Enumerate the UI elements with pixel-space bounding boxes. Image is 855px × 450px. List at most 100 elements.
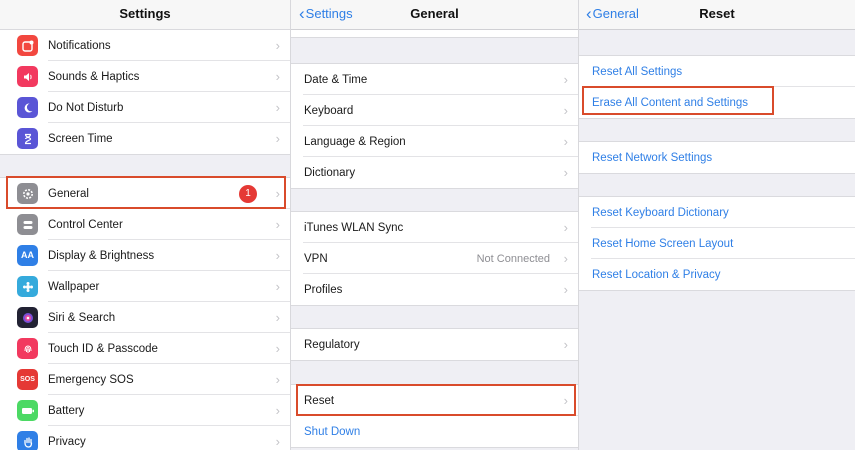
settings-panel: Settings Notifications › Sounds & Haptic… (0, 0, 290, 450)
general-group-2: iTunes WLAN Sync › VPN Not Connected › P… (291, 211, 578, 306)
general-row-vpn[interactable]: VPN Not Connected › (291, 243, 578, 274)
settings-row-general[interactable]: General 1 › (0, 178, 290, 209)
settings-group-2: General 1 › Control Center › AA Display … (0, 177, 290, 450)
wallpaper-icon (17, 276, 38, 297)
chevron-right-icon: › (563, 337, 568, 352)
chevron-right-icon: › (563, 251, 568, 266)
chevron-right-icon: › (275, 186, 280, 201)
reset-label: Reset All Settings (592, 65, 683, 78)
chevron-right-icon: › (275, 69, 280, 84)
settings-row-do-not-disturb[interactable]: Do Not Disturb › (0, 92, 290, 123)
hand-icon (17, 431, 38, 450)
settings-row-notifications[interactable]: Notifications › (0, 30, 290, 61)
general-row-keyboard[interactable]: Keyboard › (291, 95, 578, 126)
general-row-reset[interactable]: Reset › (291, 385, 578, 416)
general-group-4: Reset › Shut Down (291, 384, 578, 448)
settings-row-display[interactable]: AA Display & Brightness › (0, 240, 290, 271)
general-group-1: Date & Time › Keyboard › Language & Regi… (291, 63, 578, 189)
general-label: Reset (304, 394, 335, 407)
reset-label: Reset Network Settings (592, 151, 713, 164)
general-label: Date & Time (304, 73, 368, 86)
reset-row-keyboard-dictionary[interactable]: Reset Keyboard Dictionary (579, 197, 855, 228)
general-label: Keyboard (304, 104, 354, 117)
settings-label: Battery (48, 404, 85, 417)
general-label: Dictionary (304, 166, 356, 179)
general-row-language[interactable]: Language & Region › (291, 126, 578, 157)
general-row-regulatory[interactable]: Regulatory › (291, 329, 578, 360)
chevron-right-icon: › (275, 310, 280, 325)
general-row-profiles[interactable]: Profiles › (291, 274, 578, 305)
reset-group-1: Reset All Settings Erase All Content and… (579, 55, 855, 119)
reset-label: Reset Keyboard Dictionary (592, 206, 729, 219)
chevron-right-icon: › (275, 38, 280, 53)
hourglass-icon (17, 128, 38, 149)
chevron-right-icon: › (275, 341, 280, 356)
settings-label: Privacy (48, 435, 86, 448)
settings-row-emergency-sos[interactable]: SOS Emergency SOS › (0, 364, 290, 395)
chevron-right-icon: › (563, 393, 568, 408)
reset-row-home-screen[interactable]: Reset Home Screen Layout (579, 228, 855, 259)
settings-row-control-center[interactable]: Control Center › (0, 209, 290, 240)
general-row-date-time[interactable]: Date & Time › (291, 64, 578, 95)
settings-label: Sounds & Haptics (48, 70, 140, 83)
general-label: Profiles (304, 283, 343, 296)
settings-label: Touch ID & Passcode (48, 342, 158, 355)
chevron-right-icon: › (275, 100, 280, 115)
chevron-right-icon: › (275, 217, 280, 232)
settings-row-siri[interactable]: Siri & Search › (0, 302, 290, 333)
general-row-itunes-sync[interactable]: iTunes WLAN Sync › (291, 212, 578, 243)
general-label: VPN (304, 252, 328, 265)
settings-label: Display & Brightness (48, 249, 155, 262)
general-label: Regulatory (304, 338, 360, 351)
settings-row-privacy[interactable]: Privacy › (0, 426, 290, 450)
settings-label: Emergency SOS (48, 373, 134, 386)
general-label: iTunes WLAN Sync (304, 221, 404, 234)
reset-label: Reset Home Screen Layout (592, 237, 734, 250)
settings-label: Siri & Search (48, 311, 116, 324)
general-row-dictionary[interactable]: Dictionary › (291, 157, 578, 188)
settings-row-sounds[interactable]: Sounds & Haptics › (0, 61, 290, 92)
settings-row-wallpaper[interactable]: Wallpaper › (0, 271, 290, 302)
sounds-icon (17, 66, 38, 87)
reset-title: Reset (699, 6, 735, 21)
reset-navbar: ‹General Reset (579, 0, 855, 30)
chevron-right-icon: › (275, 372, 280, 387)
chevron-right-icon: › (275, 248, 280, 263)
switches-icon (17, 214, 38, 235)
settings-group-1: Notifications › Sounds & Haptics › Do No… (0, 29, 290, 155)
chevron-right-icon: › (275, 131, 280, 146)
display-icon: AA (17, 245, 38, 266)
chevron-right-icon: › (563, 282, 568, 297)
reset-row-location-privacy[interactable]: Reset Location & Privacy (579, 259, 855, 290)
general-group-3: Regulatory › (291, 328, 578, 361)
chevron-right-icon: › (275, 403, 280, 418)
settings-label: Notifications (48, 39, 111, 52)
settings-row-touch-id[interactable]: Touch ID & Passcode › (0, 333, 290, 364)
settings-row-screen-time[interactable]: Screen Time › (0, 123, 290, 154)
sos-icon: SOS (17, 369, 38, 390)
reset-label: Reset Location & Privacy (592, 268, 721, 281)
general-row-shut-down[interactable]: Shut Down (291, 416, 578, 447)
reset-label: Erase All Content and Settings (592, 96, 748, 109)
reset-row-erase-all[interactable]: Erase All Content and Settings (579, 87, 855, 118)
chevron-right-icon: › (275, 279, 280, 294)
general-label: Language & Region (304, 135, 406, 148)
chevron-right-icon: › (563, 134, 568, 149)
reset-group-2: Reset Network Settings (579, 141, 855, 174)
general-navbar: ‹Settings General (291, 0, 578, 30)
settings-row-battery[interactable]: Battery › (0, 395, 290, 426)
reset-group-3: Reset Keyboard Dictionary Reset Home Scr… (579, 196, 855, 291)
settings-title: Settings (119, 6, 171, 21)
chevron-right-icon: › (563, 220, 568, 235)
chevron-right-icon: › (275, 434, 280, 449)
reset-row-network[interactable]: Reset Network Settings (579, 142, 855, 173)
vpn-status: Not Connected (476, 252, 550, 265)
notification-badge: 1 (239, 185, 257, 203)
settings-label: Wallpaper (48, 280, 100, 293)
moon-icon (17, 97, 38, 118)
general-title: General (410, 6, 459, 21)
settings-label: Control Center (48, 218, 123, 231)
gear-icon (17, 183, 38, 204)
settings-navbar: Settings (0, 0, 290, 30)
reset-row-all-settings[interactable]: Reset All Settings (579, 56, 855, 87)
